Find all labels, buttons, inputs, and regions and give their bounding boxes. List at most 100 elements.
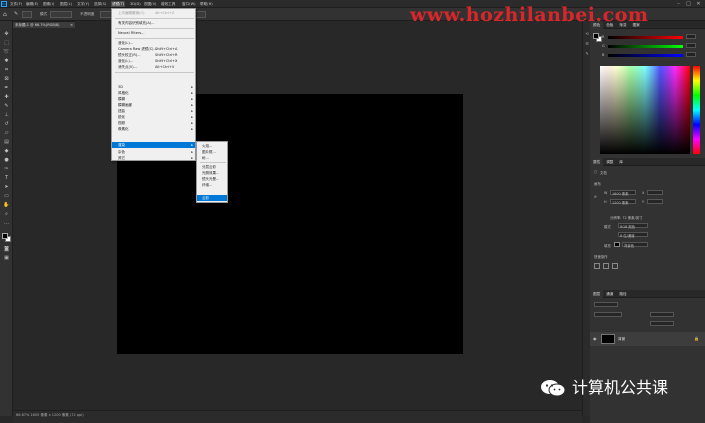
home-icon[interactable]: ⌂ <box>3 11 7 18</box>
color-fg-swatch[interactable] <box>593 33 599 39</box>
quick-select-icon[interactable]: ✱ <box>3 58 10 65</box>
menu-type[interactable]: 文字(Y) <box>77 1 89 7</box>
layer-fill-input[interactable] <box>650 321 674 326</box>
y-input[interactable] <box>647 199 663 204</box>
red-value-input[interactable] <box>686 34 696 39</box>
layer-opacity-input[interactable] <box>650 312 674 317</box>
blue-channel-label: B <box>602 53 605 57</box>
menu-item-last-filter[interactable]: 上次编辑撤销(O) Alt+Ctrl+Z <box>112 10 195 16</box>
blue-channel-row: B <box>602 52 702 58</box>
brush-size-picker[interactable] <box>22 11 32 18</box>
minimize-button[interactable]: – <box>674 1 683 7</box>
menu-help[interactable]: 帮助(H) <box>200 1 213 7</box>
screen-mode-icon[interactable]: ▣ <box>3 255 10 262</box>
hand-icon[interactable]: ✋ <box>3 202 10 209</box>
height-value: 1200 像素 <box>612 201 629 205</box>
x-label: X <box>642 191 645 195</box>
blur-icon[interactable]: ◆ <box>3 148 10 155</box>
quick-mask-icon[interactable]: ◙ <box>3 246 10 253</box>
menu-item-liquify[interactable]: 消失点(V)... Alt+Ctrl+V <box>112 64 195 70</box>
fill-label: 填充 <box>604 244 611 248</box>
gradient-icon[interactable]: ▤ <box>3 139 10 146</box>
menu-item-pixelate[interactable]: 像素化 ▸ <box>112 126 195 132</box>
rectangle-icon[interactable]: ▭ <box>3 193 10 200</box>
layer-filter-select[interactable] <box>594 302 618 307</box>
fill-color-swatch[interactable] <box>614 242 620 247</box>
tab-libraries[interactable]: 库 <box>616 160 626 164</box>
green-channel-row: G <box>602 43 702 49</box>
tab-channels[interactable]: 通道 <box>603 292 616 296</box>
menu-plugins[interactable]: 增效工具 <box>161 1 175 7</box>
quick-actions-label: 快速操作 <box>594 255 608 259</box>
tab-properties[interactable]: 属性 <box>590 158 604 166</box>
eraser-icon[interactable]: ▱ <box>3 130 10 137</box>
menu-edit[interactable]: 编辑(E) <box>26 1 38 7</box>
zoom-icon[interactable]: ⌕ <box>3 211 10 218</box>
menu-layer[interactable]: 图层(L) <box>60 1 72 7</box>
tab-layers[interactable]: 图层 <box>590 290 604 298</box>
fill-value: 背景色 <box>624 244 635 248</box>
more-icon[interactable]: … <box>3 220 10 227</box>
maximize-button[interactable]: □ <box>684 1 693 7</box>
dodge-icon[interactable]: ● <box>3 157 10 164</box>
mode-label: 模式 <box>40 12 48 16</box>
rotate-canvas-icon[interactable]: ⟳ <box>594 195 597 199</box>
brush-preset-icon[interactable]: ✎ <box>14 11 18 18</box>
blue-slider[interactable] <box>608 54 683 57</box>
red-channel-label: R <box>602 35 605 39</box>
menu-view[interactable]: 视图(V) <box>144 1 156 7</box>
menu-3d[interactable]: 3D(D) <box>130 1 141 7</box>
menu-item-other[interactable]: 其它 ▸ <box>112 155 195 161</box>
tab-paths[interactable]: 路径 <box>616 292 629 296</box>
hue-slider[interactable] <box>693 66 700 154</box>
x-input[interactable] <box>647 190 663 195</box>
foreground-color-swatch[interactable] <box>2 233 8 239</box>
marquee-icon[interactable]: ⬚ <box>3 40 10 47</box>
menu-filter[interactable]: 滤镜(T) <box>111 1 126 7</box>
history-brush-icon[interactable]: ↺ <box>3 121 10 128</box>
trim-icon[interactable] <box>594 263 600 269</box>
move-icon[interactable]: ✥ <box>3 31 10 38</box>
eyedropper-icon[interactable]: ✒ <box>3 85 10 92</box>
eye-icon[interactable]: ◉ <box>593 336 597 341</box>
blue-value-input[interactable] <box>686 52 696 57</box>
color-spectrum-field[interactable] <box>600 66 690 154</box>
healing-icon[interactable]: ✚ <box>3 94 10 101</box>
layer-row[interactable]: ◉ 背景 🔒 <box>590 332 705 346</box>
pen-icon[interactable]: ✑ <box>3 166 10 173</box>
mode-label: 模式 <box>604 225 611 229</box>
crop-action-icon[interactable] <box>612 263 618 269</box>
resolution-text: 分辨率: 72 像素/英寸 <box>610 216 643 220</box>
menu-item-render[interactable]: 渲染 ▸ <box>112 142 195 148</box>
menu-select[interactable]: 选择(S) <box>94 1 106 7</box>
menu-item-neural-filters[interactable]: Neural Filters... <box>112 30 195 36</box>
panel-dock-strip: ⟲ ☰ ✎ <box>582 21 590 416</box>
menu-window[interactable]: 窗口(W) <box>182 1 196 7</box>
wechat-logo-icon <box>541 380 566 397</box>
menu-file[interactable]: 文件(F) <box>10 1 22 7</box>
submenu-item-fibers[interactable]: 纤维... <box>197 182 227 188</box>
brush-icon[interactable]: ✎ <box>3 103 10 110</box>
frame-icon[interactable]: ⊠ <box>3 76 10 83</box>
document-tab[interactable]: 未标题-1 @ 66.7%(RGB/8) × <box>13 21 75 28</box>
blend-mode-select[interactable] <box>594 312 622 317</box>
submenu-item-tree[interactable]: 树... <box>197 155 227 161</box>
mode-select[interactable] <box>50 11 72 18</box>
menu-image[interactable]: 图像(I) <box>43 1 54 7</box>
submenu-item-clouds[interactable]: 云彩 <box>197 195 227 201</box>
green-value-input[interactable] <box>686 43 696 48</box>
crop-icon[interactable]: ⌗ <box>3 67 10 74</box>
red-slider[interactable] <box>608 36 683 39</box>
type-icon[interactable]: T <box>3 175 10 182</box>
menu-item-convert-smart[interactable]: 有关内容识别填充(A)... <box>112 20 195 26</box>
tab-adjustments[interactable]: 调整 <box>603 160 616 164</box>
status-bar: 66.67% 1600 像素 x 1200 像素 (72 ppi) <box>13 410 582 423</box>
image-rotation-icon[interactable] <box>603 263 609 269</box>
opacity-label: 不透明度 <box>80 12 95 16</box>
close-window-button[interactable]: ✕ <box>694 1 703 7</box>
path-select-icon[interactable]: ➤ <box>3 184 10 191</box>
stamp-icon[interactable]: ⊥ <box>3 112 10 119</box>
lasso-icon[interactable]: ➰ <box>3 49 10 56</box>
green-slider[interactable] <box>608 45 683 48</box>
document-tab-title: 未标题-1 @ 66.7%(RGB/8) <box>15 23 60 27</box>
